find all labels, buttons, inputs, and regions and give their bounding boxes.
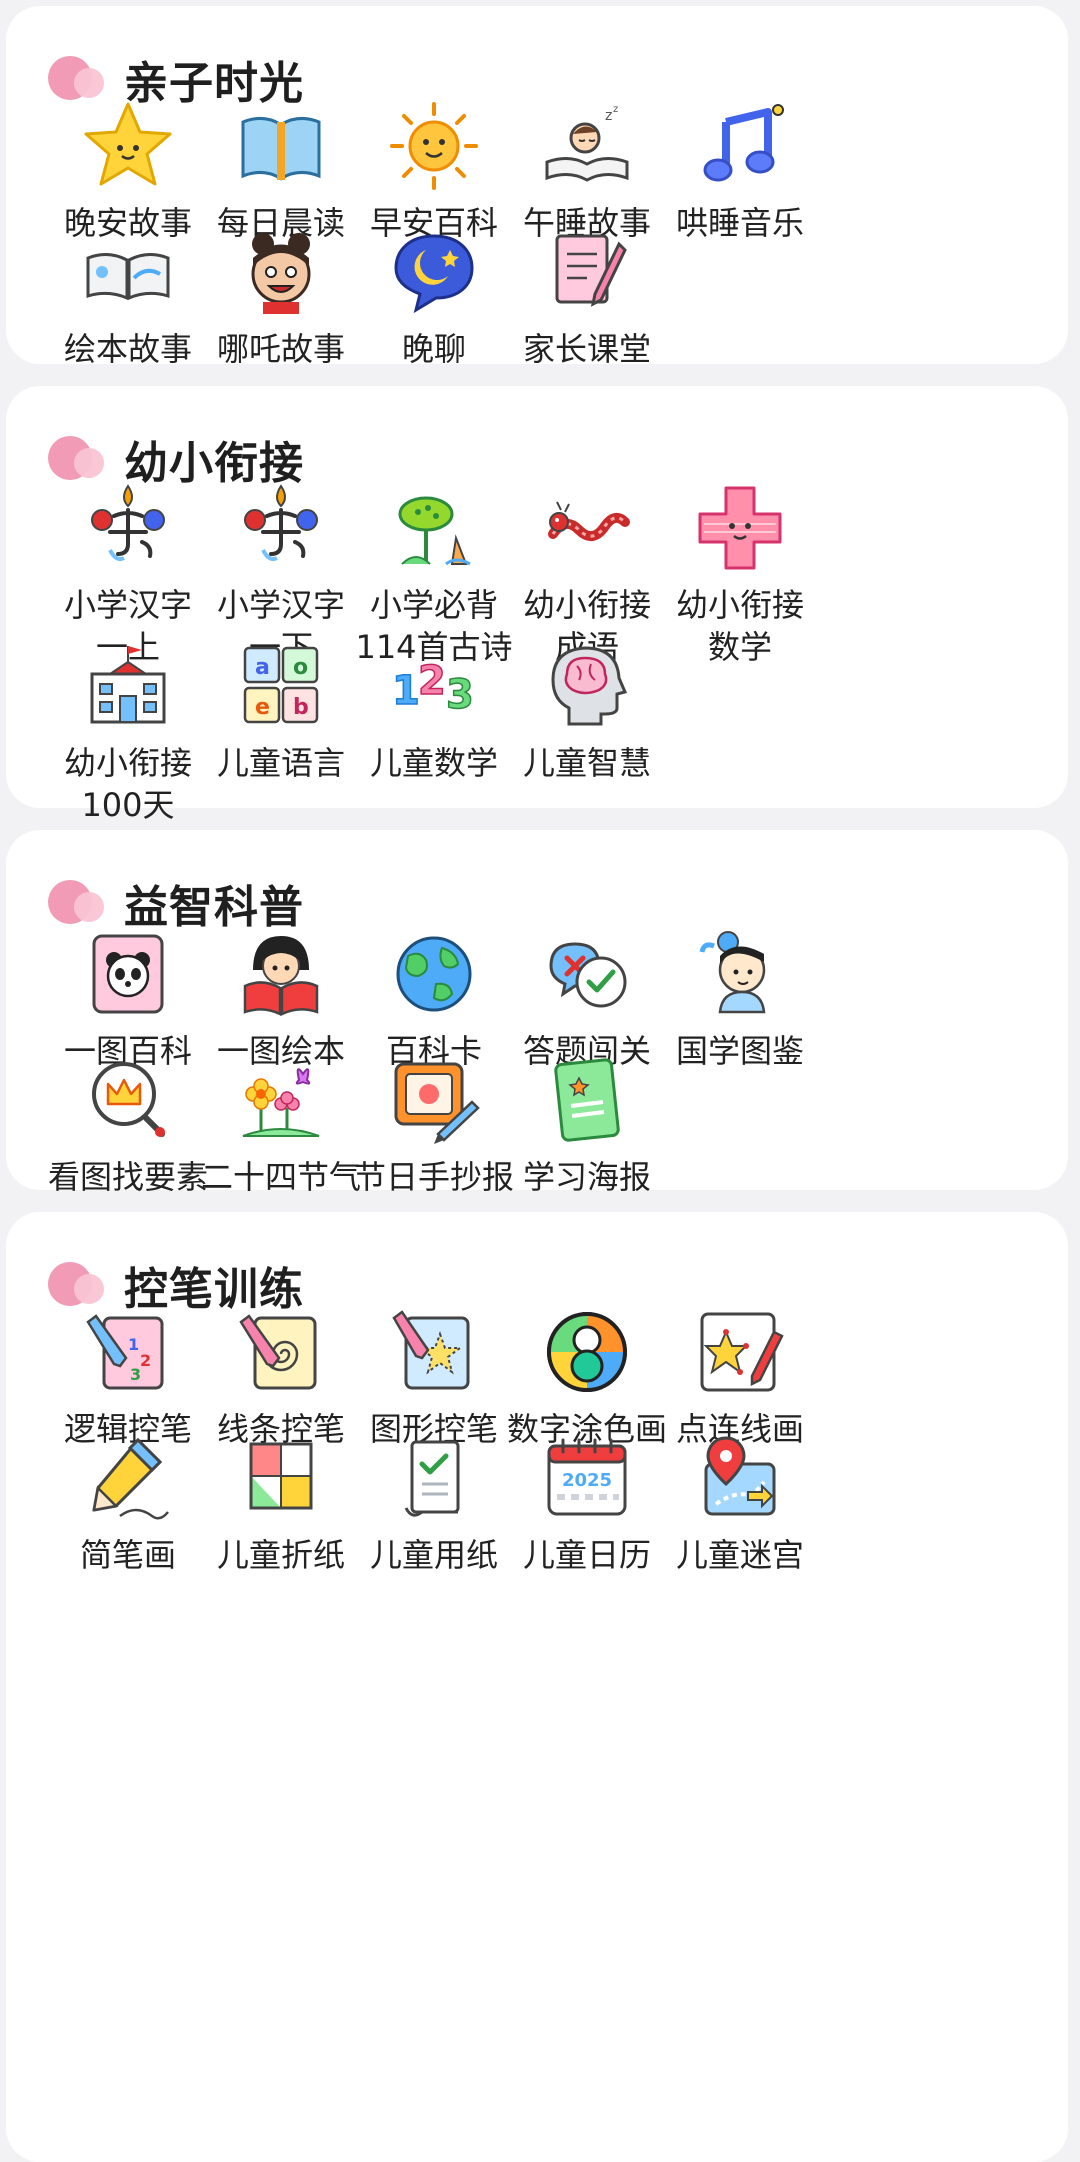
hanzi-icon [233,480,329,576]
maze-pin-icon [692,1430,788,1526]
girl-reading-icon [233,926,329,1022]
grid-item-parent-class[interactable]: 家长课堂 [482,224,692,370]
school-icon [80,638,176,734]
item-label: 家长课堂 [522,330,651,368]
item-label: 幼小衔接 数学 [675,586,804,666]
globe-icon [386,926,482,1022]
ancient-child-icon [692,926,788,1022]
svg-text:b: b [293,695,309,720]
pink-dots-icon [48,878,110,928]
item-label: 儿童智慧 [522,744,651,782]
dragon-icon [539,480,635,576]
moon-chat-icon [386,224,482,320]
svg-text:2: 2 [140,1351,151,1370]
color-number-icon [539,1304,635,1400]
item-label: 儿童数学 [369,744,498,782]
section-card-puzzle-science: 益智科普 一图百科 一图绘本 百科卡 答题闯关 国学图鉴 看图找要素 二十四节气… [6,830,1068,1196]
svg-text:3: 3 [446,672,474,718]
item-label: 绘本故事 [63,330,192,368]
item-label: 儿童用纸 [369,1536,498,1574]
svg-text:1: 1 [392,668,420,714]
pink-dots-icon [48,434,110,484]
item-label: 简笔画 [79,1536,176,1574]
letter-blocks-icon: aoeb [233,638,329,734]
svg-text:z: z [613,104,618,115]
item-label: 国学图鉴 [675,1032,804,1070]
notebook-pencil-icon [539,224,635,320]
grid-item-child-wisdom[interactable]: 儿童智慧 [482,638,692,784]
svg-text:e: e [255,695,270,720]
section-card-pen-control: 控笔训练 123 逻辑控笔 线条控笔 图形控笔 数字涂色画 点连线画 简笔画 儿… [6,1212,1068,2162]
svg-text:2: 2 [418,658,446,704]
open-book-icon [233,98,329,194]
grid-item-study-poster[interactable]: 学习海报 [482,1052,692,1198]
svg-text:z: z [605,108,612,124]
logic-pen-icon: 123 [80,1304,176,1400]
pink-dots-icon [48,54,110,104]
flowers-butterfly-icon [233,1052,329,1148]
item-label: 儿童日历 [522,1536,651,1574]
grid-item-child-maze[interactable]: 儿童迷宫 [635,1430,845,1576]
quiz-bubbles-icon [539,926,635,1022]
picture-book-icon [80,224,176,320]
pencil-icon [80,1430,176,1526]
item-label: 哄睡音乐 [675,204,804,242]
item-label: 幼小衔接 100天 [63,744,192,824]
sun-icon [386,98,482,194]
svg-text:a: a [255,655,270,680]
sleeping-child-icon: zz [539,98,635,194]
music-note-icon [692,98,788,194]
origami-icon [233,1430,329,1526]
star-icon [80,98,176,194]
svg-text:o: o [293,655,308,680]
plus-face-icon [692,480,788,576]
item-label: 晚聊 [401,330,466,368]
grid-item-sleep-music[interactable]: 哄睡音乐 [635,98,845,244]
calendar-year: 2025 [562,1470,612,1491]
green-poster-icon [539,1052,635,1148]
item-label: 儿童迷宫 [675,1536,804,1574]
grid-item-dot-to-dot[interactable]: 点连线画 [635,1304,845,1450]
paper-check-icon [386,1430,482,1526]
item-label: 儿童折纸 [216,1536,345,1574]
hanzi-icon [80,480,176,576]
nezha-icon [233,224,329,320]
section-card-parent-child: 亲子时光 晚安故事 每日晨读 早安百科 zz 午睡故事 哄睡音乐 绘本故事 哪吒… [6,6,1068,368]
section-card-preschool-transition: 幼小衔接 小学汉字 一上 小学汉字 一下 小学必背 114首古诗 幼小衔接 成语… [6,386,1068,824]
pink-dots-icon [48,1260,110,1310]
star-pen-icon [386,1304,482,1400]
svg-text:1: 1 [128,1335,139,1354]
lotus-icon [386,480,482,576]
numbers-icon: 123 [386,638,482,734]
magnifier-crown-icon [80,1052,176,1148]
grid-item-sinology-guide[interactable]: 国学图鉴 [635,926,845,1072]
panda-card-icon [80,926,176,1022]
item-label: 哪吒故事 [216,330,345,368]
calendar-icon: 2025 [539,1430,635,1526]
item-label: 学习海报 [522,1158,651,1196]
drawing-board-icon [386,1052,482,1148]
dot-connect-icon [692,1304,788,1400]
item-label: 儿童语言 [216,744,345,782]
brain-head-icon [539,638,635,734]
spiral-pen-icon [233,1304,329,1400]
svg-text:3: 3 [130,1365,141,1384]
